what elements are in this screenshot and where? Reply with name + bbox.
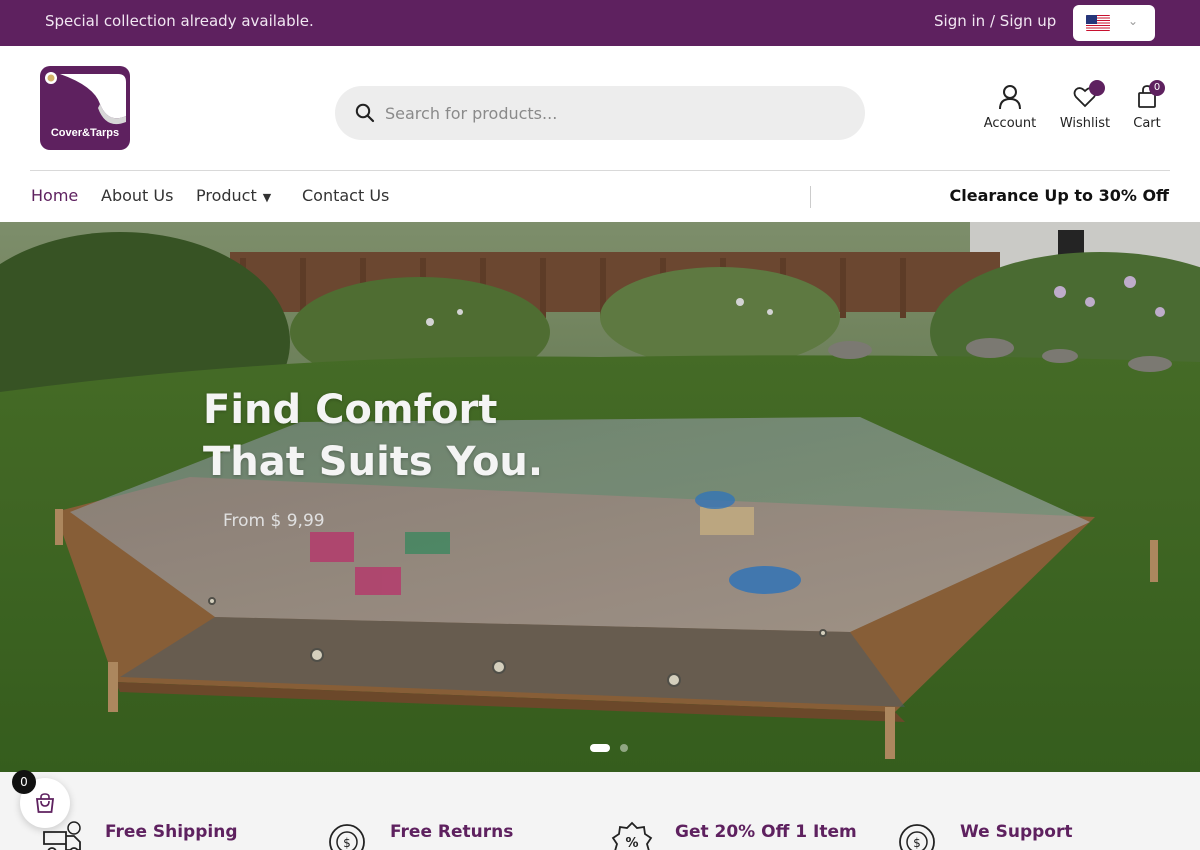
hero-slider[interactable]: Find Comfort That Suits You. From $ 9,99 [0, 222, 1200, 772]
shopping-bag-icon [34, 792, 56, 818]
hero-title-line1: Find Comfort [203, 387, 498, 433]
discount-badge-icon: % [611, 821, 653, 850]
header-divider [30, 170, 1170, 171]
logo[interactable]: Cover&Tarps [38, 64, 132, 152]
sign-in-link[interactable]: Sign in [934, 12, 985, 30]
hero-image [0, 222, 1200, 772]
nav-contact-us[interactable]: Contact Us [302, 186, 389, 205]
svg-text:$: $ [913, 836, 921, 850]
nav-home[interactable]: Home [31, 186, 78, 205]
account-button[interactable]: Account [982, 84, 1038, 131]
feature-discount: Get 20% Off 1 Item [675, 822, 857, 842]
floating-cart-count: 0 [12, 770, 36, 794]
hero-title: Find Comfort That Suits You. [203, 384, 543, 488]
cart-label: Cart [1133, 116, 1161, 131]
wishlist-badge [1089, 80, 1105, 96]
feature-free-shipping: Free Shipping [105, 822, 238, 842]
auth-separator: / [989, 12, 996, 30]
feature-support: We Support [960, 822, 1073, 842]
search-bar [335, 86, 865, 140]
account-label: Account [983, 116, 1037, 131]
slider-dot-active[interactable] [590, 744, 610, 752]
slider-dot[interactable] [620, 744, 628, 752]
features-bar: Free Shipping $ Free Returns % Get 20% O… [0, 772, 1200, 850]
hero-subtitle: From $ 9,99 [223, 511, 325, 531]
nav-divider [810, 186, 811, 208]
chevron-down-icon: ⌄ [1128, 14, 1139, 28]
clearance-promo[interactable]: Clearance Up to 30% Off [949, 186, 1169, 205]
top-bar: Special collection already available. Si… [0, 0, 1200, 46]
logo-text: Cover&Tarps [51, 127, 119, 139]
promo-text: Special collection already available. [45, 12, 314, 30]
wishlist-label: Wishlist [1059, 116, 1111, 131]
svg-text:$: $ [343, 836, 351, 850]
cart-count-badge: 0 [1149, 80, 1165, 96]
user-icon [999, 85, 1021, 110]
sign-up-link[interactable]: Sign up [1000, 12, 1057, 30]
money-return-icon: $ [329, 824, 365, 850]
auth-links: Sign in / Sign up [934, 12, 1056, 30]
svg-text:%: % [625, 836, 638, 850]
us-flag-icon [1086, 15, 1110, 31]
feature-free-returns: Free Returns [390, 822, 514, 842]
support-money-icon: $ [899, 824, 935, 850]
nav-product[interactable]: Product ▼ [196, 186, 271, 205]
hero-title-line2: That Suits You. [203, 439, 544, 485]
chevron-down-icon: ▼ [262, 191, 272, 204]
nav-about-us[interactable]: About Us [101, 186, 173, 205]
language-selector[interactable]: ⌄ [1073, 5, 1155, 41]
nav-product-label: Product [196, 186, 257, 205]
search-icon[interactable] [355, 103, 375, 127]
search-input[interactable] [385, 95, 845, 131]
